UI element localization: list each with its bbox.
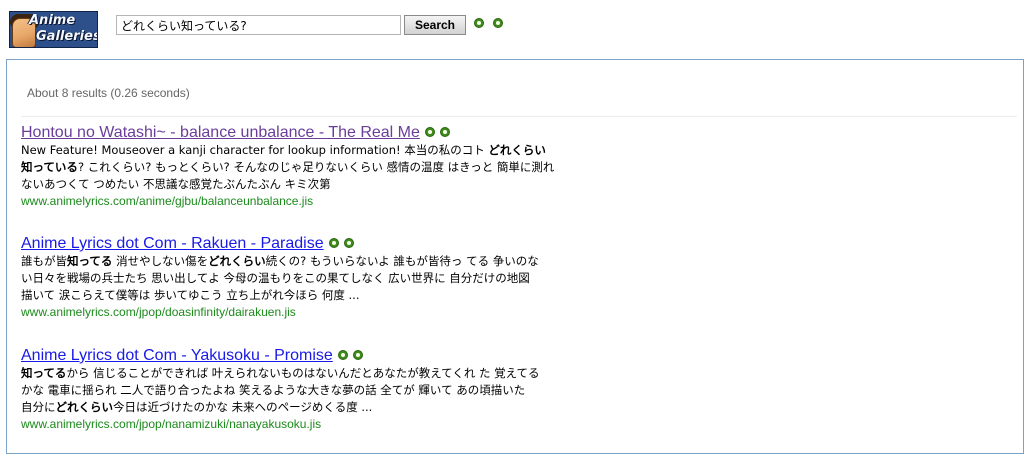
snippet-line: ないあつくて つめたい 不思議な感覚たぶんたぶん キミ次第 [21, 176, 581, 193]
search-result: Hontou no Watashi~ - balance unbalance -… [21, 124, 581, 209]
green-dot-icon[interactable] [424, 126, 435, 137]
snippet-text: から 信じることができれば 叶えられないものはないんだとあなたが教えてくれ た … [66, 366, 540, 380]
snippet-highlight: 知っている [21, 160, 78, 174]
snippet-line: 知ってるから 信じることができれば 叶えられないものはないんだとあなたが教えてく… [21, 365, 581, 382]
green-dot-icon[interactable] [343, 237, 354, 248]
search-result: Anime Lyrics dot Com - Yakusoku - Promis… [21, 347, 581, 432]
snippet-line: 自分にどれくらい今日は近づけたのかな 未来へのページめくる度 ... [21, 399, 581, 416]
snippet-text: ? これくらい? もっとくらい? そんなのじゃ足りないくらい 感情の温度 はきっ… [77, 160, 555, 174]
result-url[interactable]: www.animelyrics.com/jpop/doasinfinity/da… [21, 304, 581, 320]
snippet-line: かな 電車に揺られ 二人で語り合ったよね 笑えるような大きな夢の話 全てが 輝い… [21, 382, 581, 399]
logo-text-line2: Galleries [36, 29, 98, 44]
green-dot-icon[interactable] [439, 126, 450, 137]
result-title-link[interactable]: Anime Lyrics dot Com - Rakuen - Paradise [21, 235, 324, 252]
logo-text-line1: Anime [29, 13, 76, 28]
green-dot-icon[interactable] [474, 18, 484, 28]
result-snippet: 知ってるから 信じることができれば 叶えられないものはないんだとあなたが教えてく… [21, 365, 581, 416]
snippet-text: 今日は近づけたのかな 未来へのページめくる度 ... [113, 400, 373, 414]
snippet-line: 誰もが皆知ってる 消せやしない傷をどれくらい続くの? もういらないよ 誰もが皆待… [21, 253, 581, 270]
result-snippet: 誰もが皆知ってる 消せやしない傷をどれくらい続くの? もういらないよ 誰もが皆待… [21, 253, 581, 304]
results-count: About 8 results (0.26 seconds) [27, 86, 190, 100]
green-dot-icon[interactable] [328, 237, 339, 248]
snippet-highlight: どれくらい [488, 143, 546, 157]
snippet-line: 知っている? これくらい? もっとくらい? そんなのじゃ足りないくらい 感情の温… [21, 159, 581, 176]
snippet-text: 誰もが皆 [21, 254, 67, 268]
snippet-text: New Feature! Mouseover a kanji character… [21, 143, 489, 157]
snippet-highlight: 知ってる [67, 254, 113, 268]
snippet-text: ないあつくて つめたい 不思議な感覚たぶんたぶん キミ次第 [21, 177, 331, 191]
result-snippet: New Feature! Mouseover a kanji character… [21, 142, 581, 193]
snippet-line: い日々を戦場の兵士たち 思い出してよ 今母の温もりをこの果てしなく 広い世界に … [21, 270, 581, 287]
snippet-text: 描いて 涙こらえて僕等は 歩いてゆこう 立ち上がれ今ほら 何度 ... [21, 288, 360, 302]
snippet-line: 描いて 涙こらえて僕等は 歩いてゆこう 立ち上がれ今ほら 何度 ... [21, 287, 581, 304]
green-dot-icon[interactable] [493, 18, 503, 28]
result-title-link[interactable]: Hontou no Watashi~ - balance unbalance -… [21, 124, 420, 141]
snippet-text: かな 電車に揺られ 二人で語り合ったよね 笑えるような大きな夢の話 全てが 輝い… [21, 383, 526, 397]
divider [21, 116, 1017, 117]
result-title-link[interactable]: Anime Lyrics dot Com - Yakusoku - Promis… [21, 347, 333, 364]
snippet-line: New Feature! Mouseover a kanji character… [21, 142, 581, 159]
search-input[interactable] [116, 15, 401, 35]
snippet-text: い日々を戦場の兵士たち 思い出してよ 今母の温もりをこの果てしなく 広い世界に … [21, 271, 530, 285]
green-dot-icon[interactable] [352, 349, 363, 360]
snippet-highlight: どれくらい [55, 400, 114, 414]
results-panel: About 8 results (0.26 seconds) Hontou no… [6, 59, 1024, 454]
green-dot-icon[interactable] [337, 349, 348, 360]
result-url[interactable]: www.animelyrics.com/jpop/nanamizuki/nana… [21, 416, 581, 432]
site-logo[interactable]: Anime Galleries [9, 11, 98, 48]
snippet-text: 消せやしない傷を [112, 254, 209, 268]
result-url[interactable]: www.animelyrics.com/anime/gjbu/balanceun… [21, 193, 581, 209]
search-button[interactable]: Search [404, 15, 466, 35]
snippet-text: 自分に [21, 400, 56, 414]
snippet-text: 続くの? もういらないよ 誰もが皆待っ てる 争いのな [265, 254, 539, 268]
snippet-highlight: 知ってる [21, 366, 67, 380]
snippet-highlight: どれくらい [208, 254, 266, 268]
search-result: Anime Lyrics dot Com - Rakuen - Paradise… [21, 235, 581, 320]
